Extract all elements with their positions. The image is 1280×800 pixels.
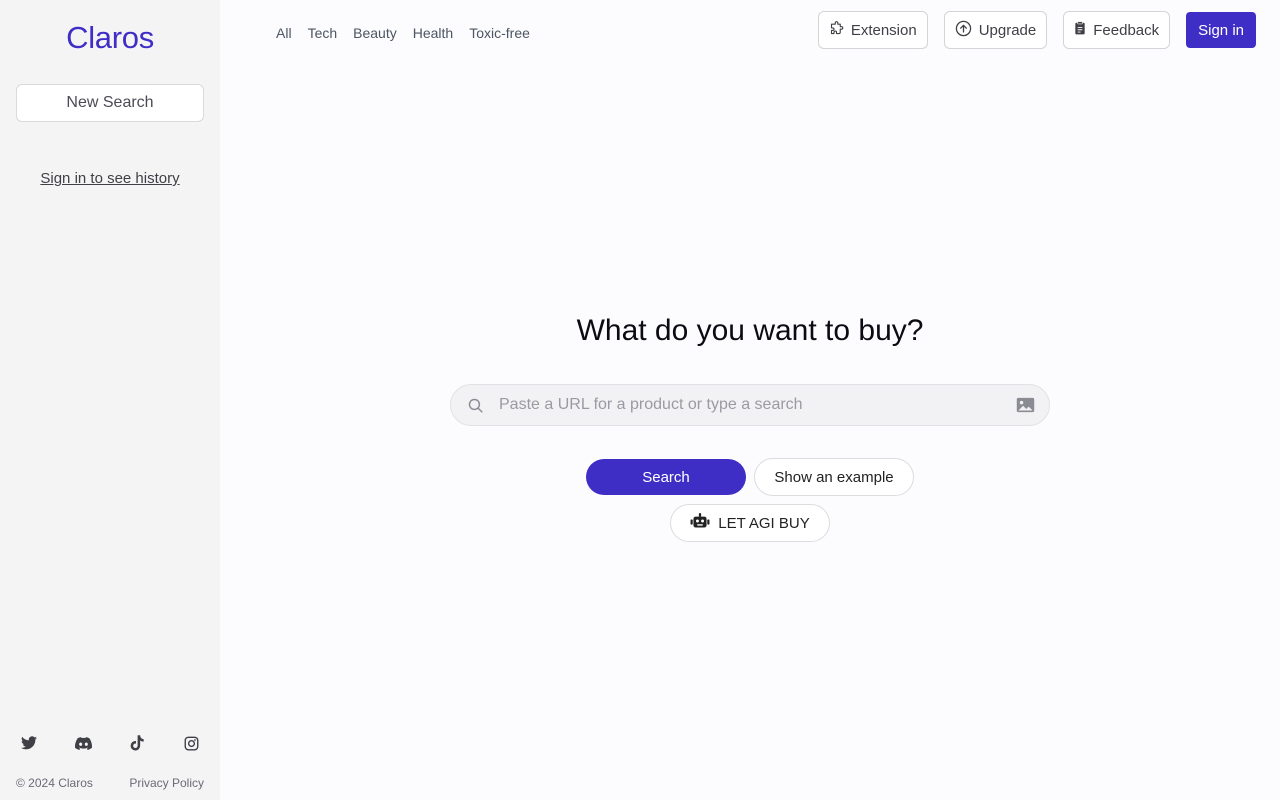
copyright-text: © 2024 Claros <box>16 776 93 790</box>
sidebar: Claros New Search Sign in to see history… <box>0 0 220 800</box>
clipboard-icon <box>1074 21 1086 39</box>
feedback-label: Feedback <box>1093 21 1160 39</box>
social-links <box>14 732 206 756</box>
let-agi-buy-label: LET AGI BUY <box>718 514 810 532</box>
search-icon <box>451 397 499 414</box>
extension-label: Extension <box>850 21 917 39</box>
category-beauty[interactable]: Beauty <box>353 25 397 41</box>
show-example-button[interactable]: Show an example <box>754 458 914 496</box>
extension-button[interactable]: Extension <box>817 11 928 49</box>
category-toxic-free[interactable]: Toxic-free <box>469 25 530 41</box>
brand-logo[interactable]: Claros <box>0 20 220 56</box>
search-bar <box>450 384 1050 426</box>
twitter-icon[interactable] <box>18 732 40 754</box>
category-health[interactable]: Health <box>413 25 453 41</box>
sign-in-button[interactable]: Sign in <box>1186 12 1256 48</box>
upgrade-button[interactable]: Upgrade <box>943 11 1048 49</box>
puzzle-icon <box>829 20 844 40</box>
category-nav: All Tech Beauty Health Toxic-free <box>276 25 530 41</box>
privacy-policy-link[interactable]: Privacy Policy <box>129 776 204 790</box>
new-search-button[interactable]: New Search <box>16 84 204 122</box>
feedback-button[interactable]: Feedback <box>1063 11 1171 49</box>
let-agi-buy-button[interactable]: LET AGI BUY <box>670 504 830 542</box>
instagram-icon[interactable] <box>180 732 202 754</box>
header-actions: Extension Upgrade Feedback Sign in <box>817 11 1256 49</box>
sidebar-footer: © 2024 Claros Privacy Policy <box>16 776 204 790</box>
discord-icon[interactable] <box>72 732 94 754</box>
image-upload-icon[interactable] <box>1001 397 1049 413</box>
page-title: What do you want to buy? <box>576 314 924 347</box>
tiktok-icon[interactable] <box>126 732 148 754</box>
category-tech[interactable]: Tech <box>308 25 338 41</box>
robot-icon <box>690 513 710 533</box>
upgrade-label: Upgrade <box>978 21 1037 39</box>
search-button[interactable]: Search <box>586 459 746 495</box>
category-all[interactable]: All <box>276 25 292 41</box>
search-input[interactable] <box>499 396 1001 414</box>
sign-in-history-link[interactable]: Sign in to see history <box>0 170 220 187</box>
upgrade-arrow-icon <box>955 20 972 41</box>
